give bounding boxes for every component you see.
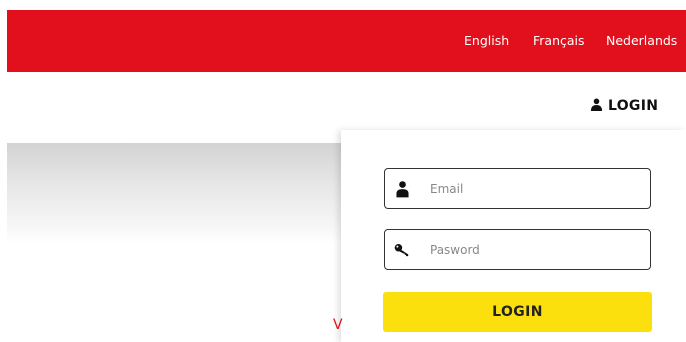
password-field[interactable] xyxy=(384,229,651,270)
language-french-link[interactable]: Français xyxy=(533,34,585,48)
email-field[interactable] xyxy=(384,168,651,209)
header-login-link[interactable]: LOGIN xyxy=(590,96,658,116)
password-input[interactable] xyxy=(430,242,630,257)
login-button[interactable]: LOGIN xyxy=(383,292,652,332)
key-icon xyxy=(394,240,410,260)
header-login-label: LOGIN xyxy=(608,98,659,114)
user-icon xyxy=(394,179,410,199)
user-icon xyxy=(590,98,603,115)
email-input[interactable] xyxy=(430,181,630,196)
banner-text-fragment: V xyxy=(333,317,343,333)
hero-banner xyxy=(7,143,341,243)
language-dutch-link[interactable]: Nederlands xyxy=(606,34,677,48)
language-english-link[interactable]: English xyxy=(464,34,509,48)
